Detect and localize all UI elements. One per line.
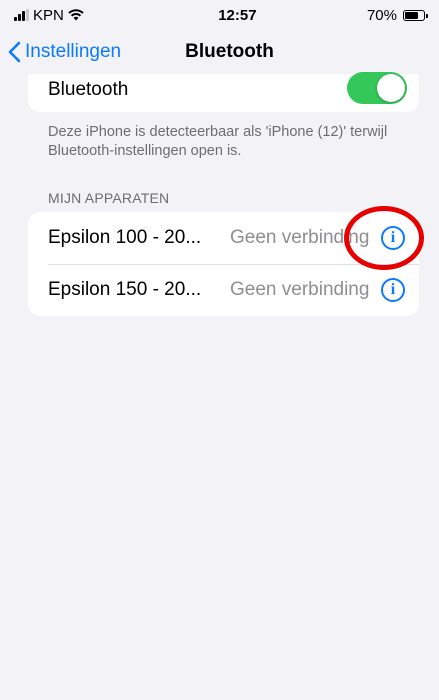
my-devices-list: Epsilon 100 - 20... Geen verbinding i Ep… (28, 212, 419, 316)
my-devices-header: MIJN APPARATEN (48, 190, 170, 206)
battery-level-fill (405, 11, 418, 19)
device-status: Geen verbinding (230, 279, 370, 300)
toggle-knob (377, 74, 405, 102)
info-icon[interactable]: i (381, 226, 405, 250)
navigation-bar: Instellingen Bluetooth (0, 30, 439, 74)
device-name: Epsilon 150 - 20... (48, 279, 202, 300)
bluetooth-toggle-row: Bluetooth (28, 72, 419, 112)
back-button[interactable]: Instellingen (0, 41, 121, 63)
carrier-name: KPN (33, 6, 64, 24)
battery-percent: 70% (366, 6, 397, 24)
chevron-left-icon (8, 41, 21, 63)
status-bar: KPN 12:57 70% (0, 0, 439, 30)
clock-time: 12:57 (218, 6, 257, 24)
wifi-icon (68, 9, 84, 21)
discoverable-note: Deze iPhone is detecteerbaar als 'iPhone… (48, 124, 388, 159)
back-button-label: Instellingen (25, 41, 122, 62)
bluetooth-toggle[interactable] (347, 72, 407, 104)
cellular-signal-icon (14, 9, 29, 21)
device-status: Geen verbinding (230, 227, 370, 248)
battery-icon (403, 9, 428, 21)
status-left: KPN (14, 7, 84, 24)
status-right: 70% (366, 6, 428, 24)
device-row[interactable]: Epsilon 100 - 20... Geen verbinding i (28, 212, 419, 264)
info-icon[interactable]: i (381, 278, 405, 302)
device-name: Epsilon 100 - 20... (48, 227, 202, 248)
bluetooth-label: Bluetooth (48, 79, 129, 100)
device-row[interactable]: Epsilon 150 - 20... Geen verbinding i (28, 264, 419, 316)
